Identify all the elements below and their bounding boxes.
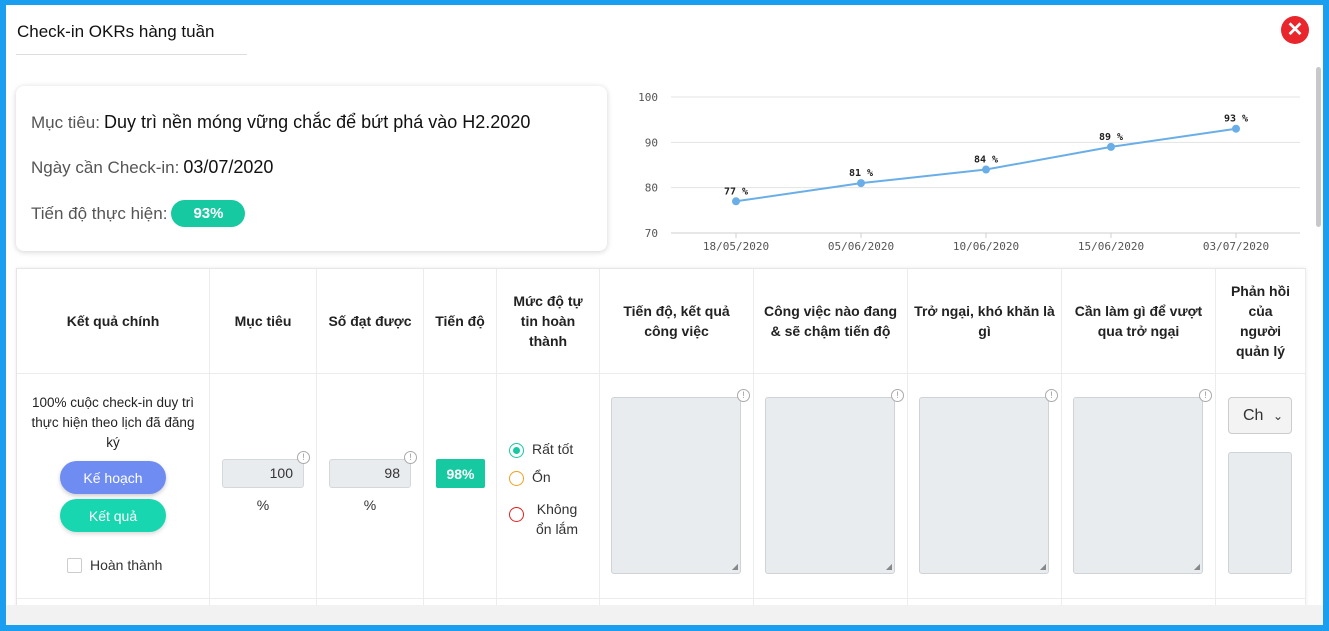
target-unit: % [256, 497, 270, 513]
header-confidence: Mức độ tự tin hoàn thành [497, 269, 599, 374]
col-key-result: Kết quả chính 100% cuộc check-in duy trì… [17, 269, 210, 625]
data-label: 77 % [724, 186, 748, 197]
done-label: Hoàn thành [90, 557, 163, 573]
key-result-text: 100% cuộc check-in duy trì thực hiện the… [31, 395, 195, 450]
progress-badge: 93% [171, 200, 246, 227]
objective-value: Duy trì nền móng vững chắc để bứt phá và… [103, 112, 531, 132]
manager-select[interactable]: Ch ⌄ [1228, 397, 1292, 434]
data-point [1107, 142, 1115, 151]
confidence-option-ok[interactable]: Ổn [509, 469, 551, 486]
header-obstacles: Trở ngại, khó khăn là gì [908, 269, 1061, 374]
col-work-progress: Tiến độ, kết quả công việc ◢ ! [600, 269, 754, 625]
y-tick-label: 80 [645, 182, 658, 195]
data-point [982, 165, 990, 174]
progress-row: Tiến độ thực hiện: 93% [31, 200, 246, 227]
col-progress: Tiến độ 98% [424, 269, 497, 625]
done-checkbox-row[interactable]: Hoàn thành [67, 557, 162, 573]
header-work-progress: Tiến độ, kết quả công việc [600, 269, 753, 374]
progress-label: Tiến độ thực hiện: [31, 203, 168, 223]
done-checkbox[interactable] [67, 557, 82, 573]
result-button[interactable]: Kết quả [60, 499, 166, 532]
x-tick-label: 10/06/2020 [953, 240, 1019, 253]
header-manager-feedback: Phản hồi của người quản lý [1216, 269, 1305, 374]
data-point [1232, 124, 1240, 133]
col-delayed: Công việc nào đang & sẽ chậm tiến độ ◢ ! [754, 269, 908, 625]
y-tick-label: 90 [645, 136, 658, 149]
confidence-option-very-good[interactable]: Rất tốt [509, 441, 573, 458]
objective-label: Mục tiêu: [31, 112, 100, 132]
confidence-label: Không ổn lắm [535, 501, 579, 537]
data-label: 93 % [1224, 114, 1248, 125]
plan-button[interactable]: Kế hoạch [60, 461, 166, 494]
x-tick-label: 18/05/2020 [703, 240, 769, 253]
chevron-down-icon: ⌄ [1272, 408, 1283, 423]
info-icon[interactable]: ! [1199, 389, 1212, 402]
data-label: 81 % [849, 168, 873, 179]
header-solutions: Cần làm gì để vượt qua trở ngại [1062, 269, 1215, 374]
data-label: 84 % [974, 155, 998, 166]
date-row: Ngày cần Check-in: 03/07/2020 [31, 157, 273, 178]
col-target: Mục tiêu 100 ! % [210, 269, 317, 625]
confidence-label: Ổn [532, 469, 551, 485]
radio-selected[interactable] [509, 443, 524, 458]
info-icon[interactable]: ! [737, 389, 750, 402]
data-label: 89 % [1099, 132, 1123, 143]
title-divider [16, 54, 247, 55]
data-point [857, 179, 865, 188]
header-delayed: Công việc nào đang & sẽ chậm tiến độ [754, 269, 907, 374]
checkin-modal: Check-in OKRs hàng tuần ✕ Mục tiêu: Duy … [6, 5, 1323, 625]
header-target: Mục tiêu [210, 269, 316, 374]
key-results-table: Kết quả chính 100% cuộc check-in duy trì… [16, 268, 1306, 625]
confidence-option-not-ok[interactable]: Không ổn lắm [509, 499, 582, 539]
work-progress-textarea[interactable]: ◢ [611, 397, 741, 574]
modal-title: Check-in OKRs hàng tuần [17, 22, 215, 41]
col-manager-feedback: Phản hồi của người quản lý Ch ⌄ [1216, 269, 1306, 625]
y-tick-label: 70 [645, 227, 658, 240]
x-tick-label: 03/07/2020 [1203, 240, 1269, 253]
radio-unselected[interactable] [509, 507, 524, 522]
info-icon[interactable]: ! [404, 451, 417, 464]
manager-feedback-textarea[interactable] [1228, 452, 1292, 574]
col-obstacles: Trở ngại, khó khăn là gì ◢ ! [908, 269, 1062, 625]
y-tick-label: 100 [638, 91, 658, 104]
achieved-unit: % [363, 497, 377, 513]
data-point [732, 197, 740, 206]
col-solutions: Cần làm gì để vượt qua trở ngại ◢ ! [1062, 269, 1216, 625]
header-achieved: Số đạt được [317, 269, 423, 374]
close-icon[interactable]: ✕ [1281, 16, 1309, 44]
achieved-input[interactable]: 98 [329, 459, 411, 488]
date-value: 03/07/2020 [183, 157, 274, 177]
scrollbar[interactable] [1316, 67, 1321, 227]
objective-card: Mục tiêu: Duy trì nền móng vững chắc để … [16, 86, 607, 251]
info-icon[interactable]: ! [891, 389, 904, 402]
manager-select-value: Ch [1243, 406, 1264, 424]
objective-row: Mục tiêu: Duy trì nền móng vững chắc để … [31, 112, 530, 133]
info-icon[interactable]: ! [1045, 389, 1058, 402]
header-progress: Tiến độ [424, 269, 496, 374]
obstacles-textarea[interactable]: ◢ [919, 397, 1049, 574]
col-achieved: Số đạt được 98 ! % [317, 269, 424, 625]
col-confidence: Mức độ tự tin hoàn thành Rất tốt Ổn Khôn… [497, 269, 600, 625]
x-tick-label: 15/06/2020 [1078, 240, 1144, 253]
x-tick-label: 05/06/2020 [828, 240, 894, 253]
info-icon[interactable]: ! [297, 451, 310, 464]
solutions-textarea[interactable]: ◢ [1073, 397, 1203, 574]
modal-footer [6, 605, 1323, 625]
delayed-textarea[interactable]: ◢ [765, 397, 895, 574]
date-label: Ngày cần Check-in: [31, 157, 180, 177]
header-key-result: Kết quả chính [17, 269, 209, 374]
progress-chart: 100 90 80 70 18/05/2020 05/06/2020 10/06/2020 1… [638, 91, 1300, 253]
row-progress-badge: 98% [436, 459, 485, 488]
confidence-label: Rất tốt [532, 441, 574, 457]
target-input[interactable]: 100 [222, 459, 304, 488]
radio-unselected[interactable] [509, 471, 524, 486]
